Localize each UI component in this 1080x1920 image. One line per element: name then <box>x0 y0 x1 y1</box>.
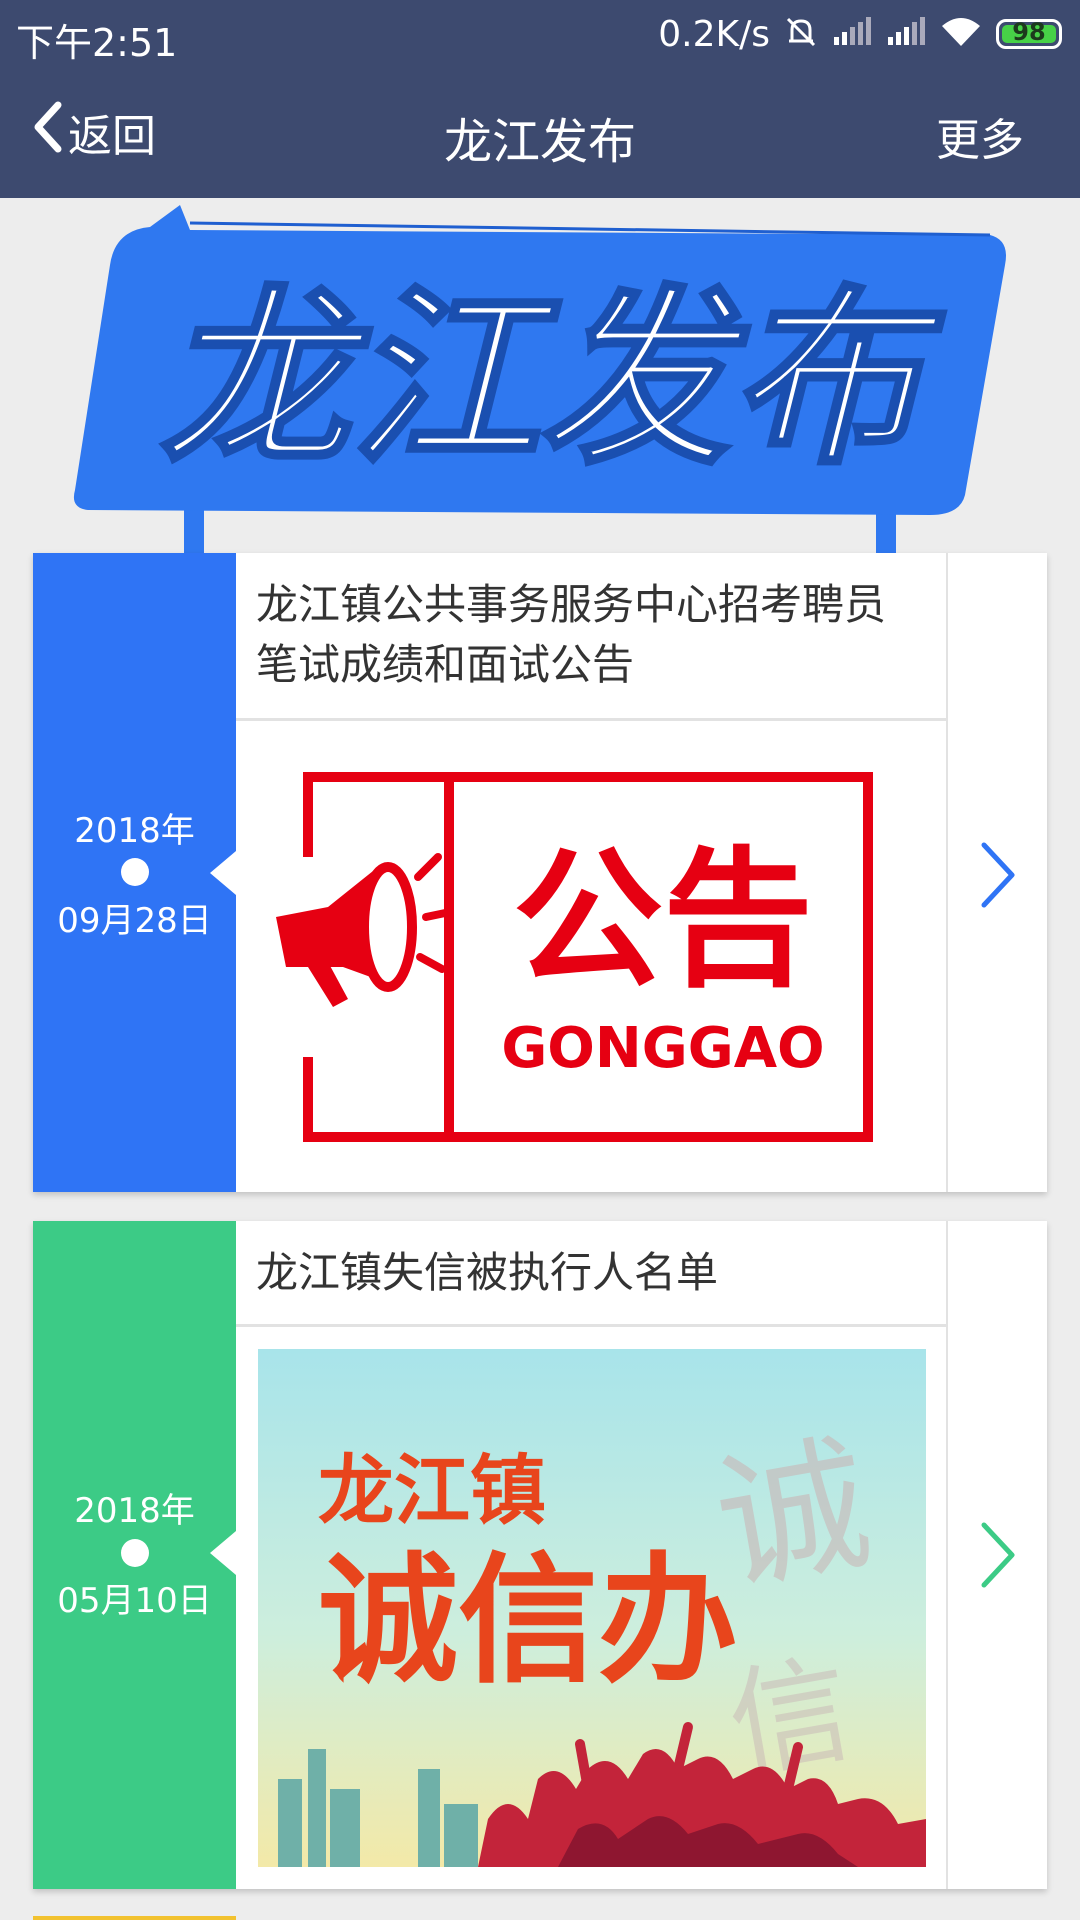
date-column: 2018年 05月10日 <box>33 1221 236 1889</box>
image-subtitle: 诚信办 <box>318 1540 738 1703</box>
date-year: 2018年 <box>74 1491 195 1531</box>
more-button[interactable]: 更多 <box>936 104 1024 168</box>
signal-icon <box>832 17 872 51</box>
article-title[interactable]: 龙江镇失信被执行人名单 <box>236 1221 946 1327</box>
network-speed: 0.2K/s <box>658 13 770 55</box>
date-column: 2018年 09月28日 <box>33 553 236 1192</box>
image-title: 公告 <box>513 834 813 1008</box>
battery-icon: 98 <box>996 18 1062 49</box>
next-card-peek <box>33 1916 236 1920</box>
article-title-line: 笔试成绩和面试公告 <box>256 640 635 689</box>
wifi-icon <box>940 16 982 52</box>
article-title-line: 龙江镇失信被执行人名单 <box>256 1248 719 1297</box>
article-image[interactable]: 诚 信 龙江镇 诚信办 <box>258 1349 926 1867</box>
banner-title: 龙江发布 <box>160 269 946 490</box>
image-title: 龙江镇 <box>318 1446 546 1535</box>
chevron-right-icon <box>981 842 1015 908</box>
status-time: 下午2:51 <box>16 21 178 65</box>
article-title[interactable]: 龙江镇公共事务服务中心招考聘员 笔试成绩和面试公告 <box>236 553 946 721</box>
date-day: 05月10日 <box>57 1581 212 1621</box>
status-right: 0.2K/s 98 <box>658 12 1062 56</box>
signal-icon <box>886 17 926 51</box>
timeline-dot <box>121 858 149 886</box>
article-title-line: 龙江镇公共事务服务中心招考聘员 <box>256 580 887 629</box>
banner: 龙江发布 <box>70 205 1010 565</box>
article-content: 龙江镇公共事务服务中心招考聘员 笔试成绩和面试公告 公告 GONGGAO <box>236 553 948 1192</box>
card-arrow[interactable] <box>950 1221 1047 1889</box>
card-arrow[interactable] <box>950 553 1047 1192</box>
timeline-dot <box>121 1539 149 1567</box>
date-day: 09月28日 <box>57 901 212 941</box>
article-card[interactable]: 2018年 09月28日 龙江镇公共事务服务中心招考聘员 笔试成绩和面试公告 公… <box>33 553 1047 1192</box>
article-card[interactable]: 2018年 05月10日 龙江镇失信被执行人名单 诚 信 龙江镇 诚信办 <box>33 1221 1047 1889</box>
date-year: 2018年 <box>74 811 195 851</box>
chevron-right-icon <box>981 1522 1015 1588</box>
nav-bar: 返回 龙江发布 更多 <box>0 66 1080 198</box>
status-bar: 下午2:51 0.2K/s 98 <box>0 0 1080 66</box>
article-content: 龙江镇失信被执行人名单 诚 信 龙江镇 诚信办 <box>236 1221 948 1889</box>
article-image[interactable]: 公告 GONGGAO <box>258 757 878 1177</box>
image-subtitle: GONGGAO <box>501 1016 824 1081</box>
page-title: 龙江发布 <box>443 114 636 170</box>
mute-bell-icon <box>784 15 818 53</box>
battery-level: 98 <box>1012 18 1046 46</box>
